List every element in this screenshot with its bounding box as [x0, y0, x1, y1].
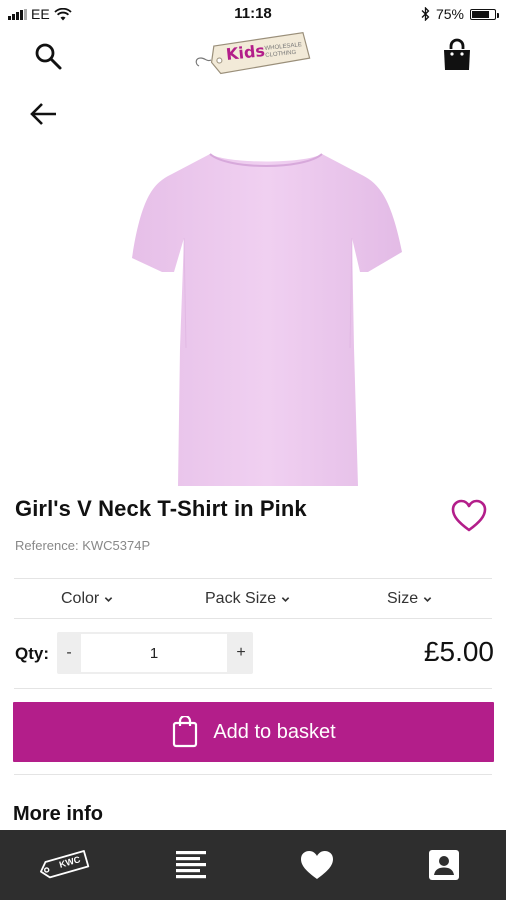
color-select[interactable]: Color — [61, 590, 113, 608]
heart-outline-icon — [451, 499, 487, 532]
battery-fill — [472, 10, 489, 18]
pack-size-select-label: Pack Size — [205, 590, 277, 607]
divider — [14, 618, 492, 619]
top-nav: Kids WHOLESALE CLOTHING — [0, 28, 506, 84]
chevron-down-icon — [105, 596, 113, 602]
back-button[interactable] — [28, 98, 60, 130]
product-price: £5.00 — [423, 636, 494, 667]
tab-home[interactable]: KWC — [34, 846, 94, 884]
tshirt-image — [132, 153, 402, 486]
logo-text: Kids — [225, 41, 266, 64]
qty-label: Qty: — [15, 644, 49, 663]
add-to-basket-label: Add to basket — [213, 720, 336, 743]
basket-button[interactable] — [440, 38, 474, 72]
battery-icon — [470, 8, 499, 20]
search-button[interactable] — [32, 40, 66, 74]
divider — [14, 774, 492, 775]
arrow-left-icon — [30, 103, 56, 125]
qty-input[interactable] — [81, 634, 227, 672]
qty-increase-button[interactable]: + — [229, 632, 253, 674]
search-icon — [35, 43, 62, 70]
divider — [14, 578, 492, 579]
bluetooth-icon — [421, 7, 430, 21]
more-info-heading[interactable]: More info — [13, 803, 103, 826]
list-icon — [176, 851, 206, 879]
brand-logo[interactable]: Kids WHOLESALE CLOTHING — [193, 30, 313, 80]
chevron-down-icon — [423, 596, 432, 602]
product-title: Girl's V Neck T-Shirt in Pink — [15, 496, 307, 521]
tab-account[interactable] — [425, 846, 463, 884]
quantity-stepper: - + — [57, 632, 253, 674]
tab-categories[interactable] — [172, 846, 210, 884]
account-icon — [429, 850, 459, 880]
options-row: Color Pack Size Size — [0, 580, 506, 618]
size-select-label: Size — [387, 590, 419, 607]
divider — [14, 688, 492, 689]
status-bar: EE 11:18 75% — [0, 0, 506, 28]
shopping-bag-icon — [444, 38, 470, 70]
size-select[interactable]: Size — [387, 590, 432, 608]
chevron-down-icon — [281, 596, 290, 602]
bottom-nav: KWC — [0, 830, 506, 900]
product-reference: Reference: KWC5374P — [15, 538, 151, 553]
battery-percent: 75% — [435, 6, 464, 22]
shopping-bag-outline-icon — [173, 716, 198, 748]
tab-favourites[interactable] — [297, 846, 337, 884]
pack-size-select[interactable]: Pack Size — [205, 590, 290, 608]
qty-decrease-button[interactable]: - — [57, 632, 81, 674]
heart-icon — [301, 851, 333, 879]
product-image[interactable] — [128, 148, 404, 490]
add-to-basket-button[interactable]: Add to basket — [13, 702, 494, 762]
status-right: 75% — [421, 6, 499, 22]
favourite-button[interactable] — [450, 498, 488, 534]
color-select-label: Color — [61, 590, 100, 607]
